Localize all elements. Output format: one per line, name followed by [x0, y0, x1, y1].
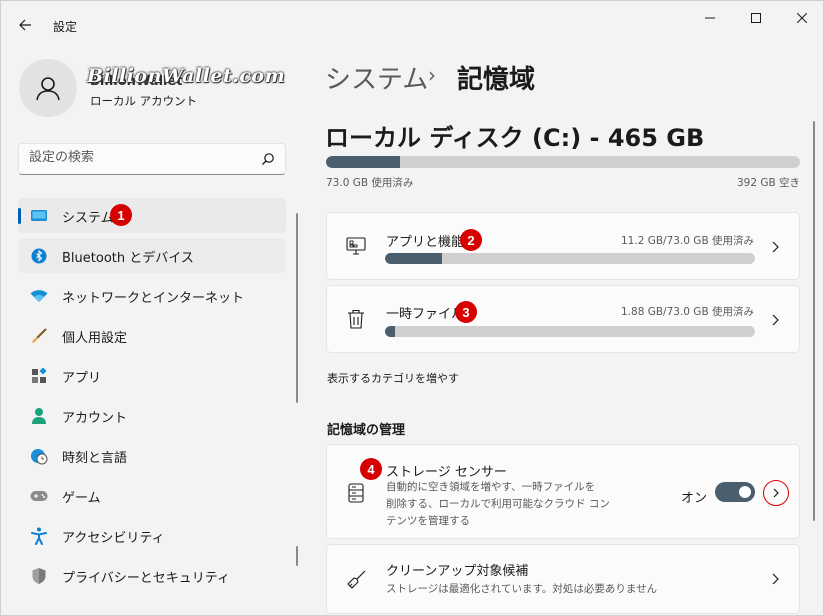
- cleanup-card[interactable]: クリーンアップ対象候補 ストレージは最適化されています。対処は必要ありません: [326, 544, 800, 614]
- sidebar-scrollbar-lower[interactable]: [296, 546, 298, 566]
- storage-drive-icon: [345, 482, 367, 504]
- globe-clock-icon: [30, 447, 48, 465]
- title-bar: 設定: [1, 1, 824, 41]
- storage-sense-open-button[interactable]: [763, 480, 789, 506]
- category-title: アプリと機能: [386, 235, 465, 250]
- disk-used-label: 73.0 GB 使用済み: [326, 177, 414, 189]
- category-usage-bar: [385, 253, 755, 264]
- sidebar-item-gaming[interactable]: ゲーム: [18, 478, 286, 513]
- minimize-icon: [705, 17, 715, 19]
- sidebar-item-personalization[interactable]: 個人用設定: [18, 318, 286, 353]
- sidebar-item-privacy[interactable]: プライバシーとセキュリティ: [18, 558, 286, 593]
- chevron-right-icon: [772, 314, 779, 326]
- arrow-left-icon: [19, 19, 31, 31]
- sidebar-item-label: 時刻と言語: [62, 451, 128, 466]
- category-usage-bar: [385, 326, 755, 337]
- maximize-icon: [751, 13, 761, 23]
- cleanup-title: クリーンアップ対象候補: [386, 564, 529, 579]
- sidebar-item-network[interactable]: ネットワークとインターネット: [18, 278, 286, 313]
- minimize-button[interactable]: [687, 1, 733, 35]
- sidebar-item-label: アカウント: [62, 411, 128, 426]
- show-more-categories-link[interactable]: 表示するカテゴリを増やす: [327, 370, 459, 386]
- disk-title: ローカル ディスク (C:) - 465 GB: [325, 124, 705, 152]
- chevron-right-icon: [773, 488, 779, 498]
- storage-sense-desc-1: 自動的に空き領域を増やす、一時ファイルを: [386, 481, 596, 493]
- sidebar-scrollbar[interactable]: [296, 213, 298, 403]
- sidebar-item-label: アプリ: [62, 371, 102, 386]
- watermark: BillionWallet.com: [87, 65, 286, 87]
- sidebar-item-label: ゲーム: [62, 491, 101, 506]
- chevron-right-icon: [772, 573, 779, 585]
- sidebar-item-label: プライバシーとセキュリティ: [62, 571, 230, 586]
- category-title: 一時ファイル: [386, 307, 465, 322]
- chevron-right-icon: [772, 241, 779, 253]
- disk-usage-bar: [326, 156, 800, 168]
- shield-icon: [30, 567, 48, 585]
- sidebar-item-label: Bluetooth とデバイス: [62, 251, 194, 266]
- page-title: 記憶域: [457, 65, 536, 95]
- disk-usage-fill: [326, 156, 401, 168]
- sidebar-item-label: 個人用設定: [62, 331, 128, 346]
- trash-icon: [345, 308, 367, 330]
- step-badge: 4: [360, 458, 382, 480]
- toggle-knob: [739, 486, 751, 498]
- selection-indicator: [18, 208, 21, 224]
- bluetooth-icon: [30, 247, 48, 265]
- main-scrollbar[interactable]: [813, 121, 815, 521]
- gamepad-icon: [30, 487, 48, 505]
- cleanup-desc: ストレージは最適化されています。対処は必要ありません: [386, 583, 658, 595]
- monitor-icon: [30, 207, 48, 225]
- step-badge: 3: [455, 301, 477, 323]
- search-input[interactable]: [29, 150, 249, 165]
- accessibility-icon: [30, 527, 48, 545]
- category-size: 11.2 GB/73.0 GB 使用済み: [621, 235, 754, 247]
- back-button[interactable]: [11, 11, 39, 39]
- apps-features-icon: [345, 235, 367, 257]
- wifi-icon: [30, 287, 48, 305]
- step-badge: 2: [460, 229, 482, 251]
- toggle-state-label: オン: [681, 491, 708, 506]
- person-icon: [36, 77, 60, 101]
- sidebar-item-bluetooth[interactable]: Bluetooth とデバイス: [18, 238, 286, 273]
- category-usage-fill: [385, 326, 395, 337]
- apps-icon: [30, 367, 48, 385]
- sidebar-item-label: システム: [62, 211, 114, 226]
- sidebar-item-time-language[interactable]: 時刻と言語: [18, 438, 286, 473]
- broom-icon: [345, 569, 367, 591]
- maximize-button[interactable]: [733, 1, 779, 35]
- storage-sense-desc-2: 削除する、ローカルで利用可能なクラウド コン: [386, 498, 610, 510]
- sidebar-item-apps[interactable]: アプリ: [18, 358, 286, 393]
- sidebar-item-accounts[interactable]: アカウント: [18, 398, 286, 433]
- sidebar-item-label: アクセシビリティ: [62, 531, 165, 546]
- sidebar-item-accessibility[interactable]: アクセシビリティ: [18, 518, 286, 553]
- close-button[interactable]: [779, 1, 824, 35]
- account-type: ローカル アカウント: [90, 94, 198, 108]
- app-title: 設定: [53, 20, 78, 34]
- breadcrumb-parent[interactable]: システム: [325, 59, 428, 96]
- breadcrumb-separator: ›: [428, 63, 436, 87]
- avatar[interactable]: [19, 59, 77, 117]
- step-badge: 1: [110, 204, 132, 226]
- search-icon: [262, 153, 274, 165]
- person-icon: [30, 407, 48, 425]
- sidebar-item-label: ネットワークとインターネット: [62, 291, 245, 306]
- category-size: 1.88 GB/73.0 GB 使用済み: [621, 306, 754, 318]
- brush-icon: [30, 327, 48, 345]
- storage-sense-toggle[interactable]: [715, 482, 755, 502]
- sidebar-item-system[interactable]: システム 1: [18, 198, 286, 233]
- category-card-temp[interactable]: 一時ファイル 3 1.88 GB/73.0 GB 使用済み: [326, 285, 800, 353]
- search-box[interactable]: [18, 143, 286, 175]
- category-usage-fill: [385, 253, 442, 264]
- storage-sense-card[interactable]: 4 ストレージ センサー 自動的に空き領域を増やす、一時ファイルを 削除する、ロ…: [326, 444, 800, 539]
- disk-free-label: 392 GB 空き: [737, 177, 801, 189]
- category-card-apps[interactable]: アプリと機能 2 11.2 GB/73.0 GB 使用済み: [326, 212, 800, 280]
- storage-sense-desc-3: テンツを管理する: [386, 515, 470, 527]
- section-heading: 記憶域の管理: [327, 423, 406, 438]
- close-icon: [797, 13, 807, 23]
